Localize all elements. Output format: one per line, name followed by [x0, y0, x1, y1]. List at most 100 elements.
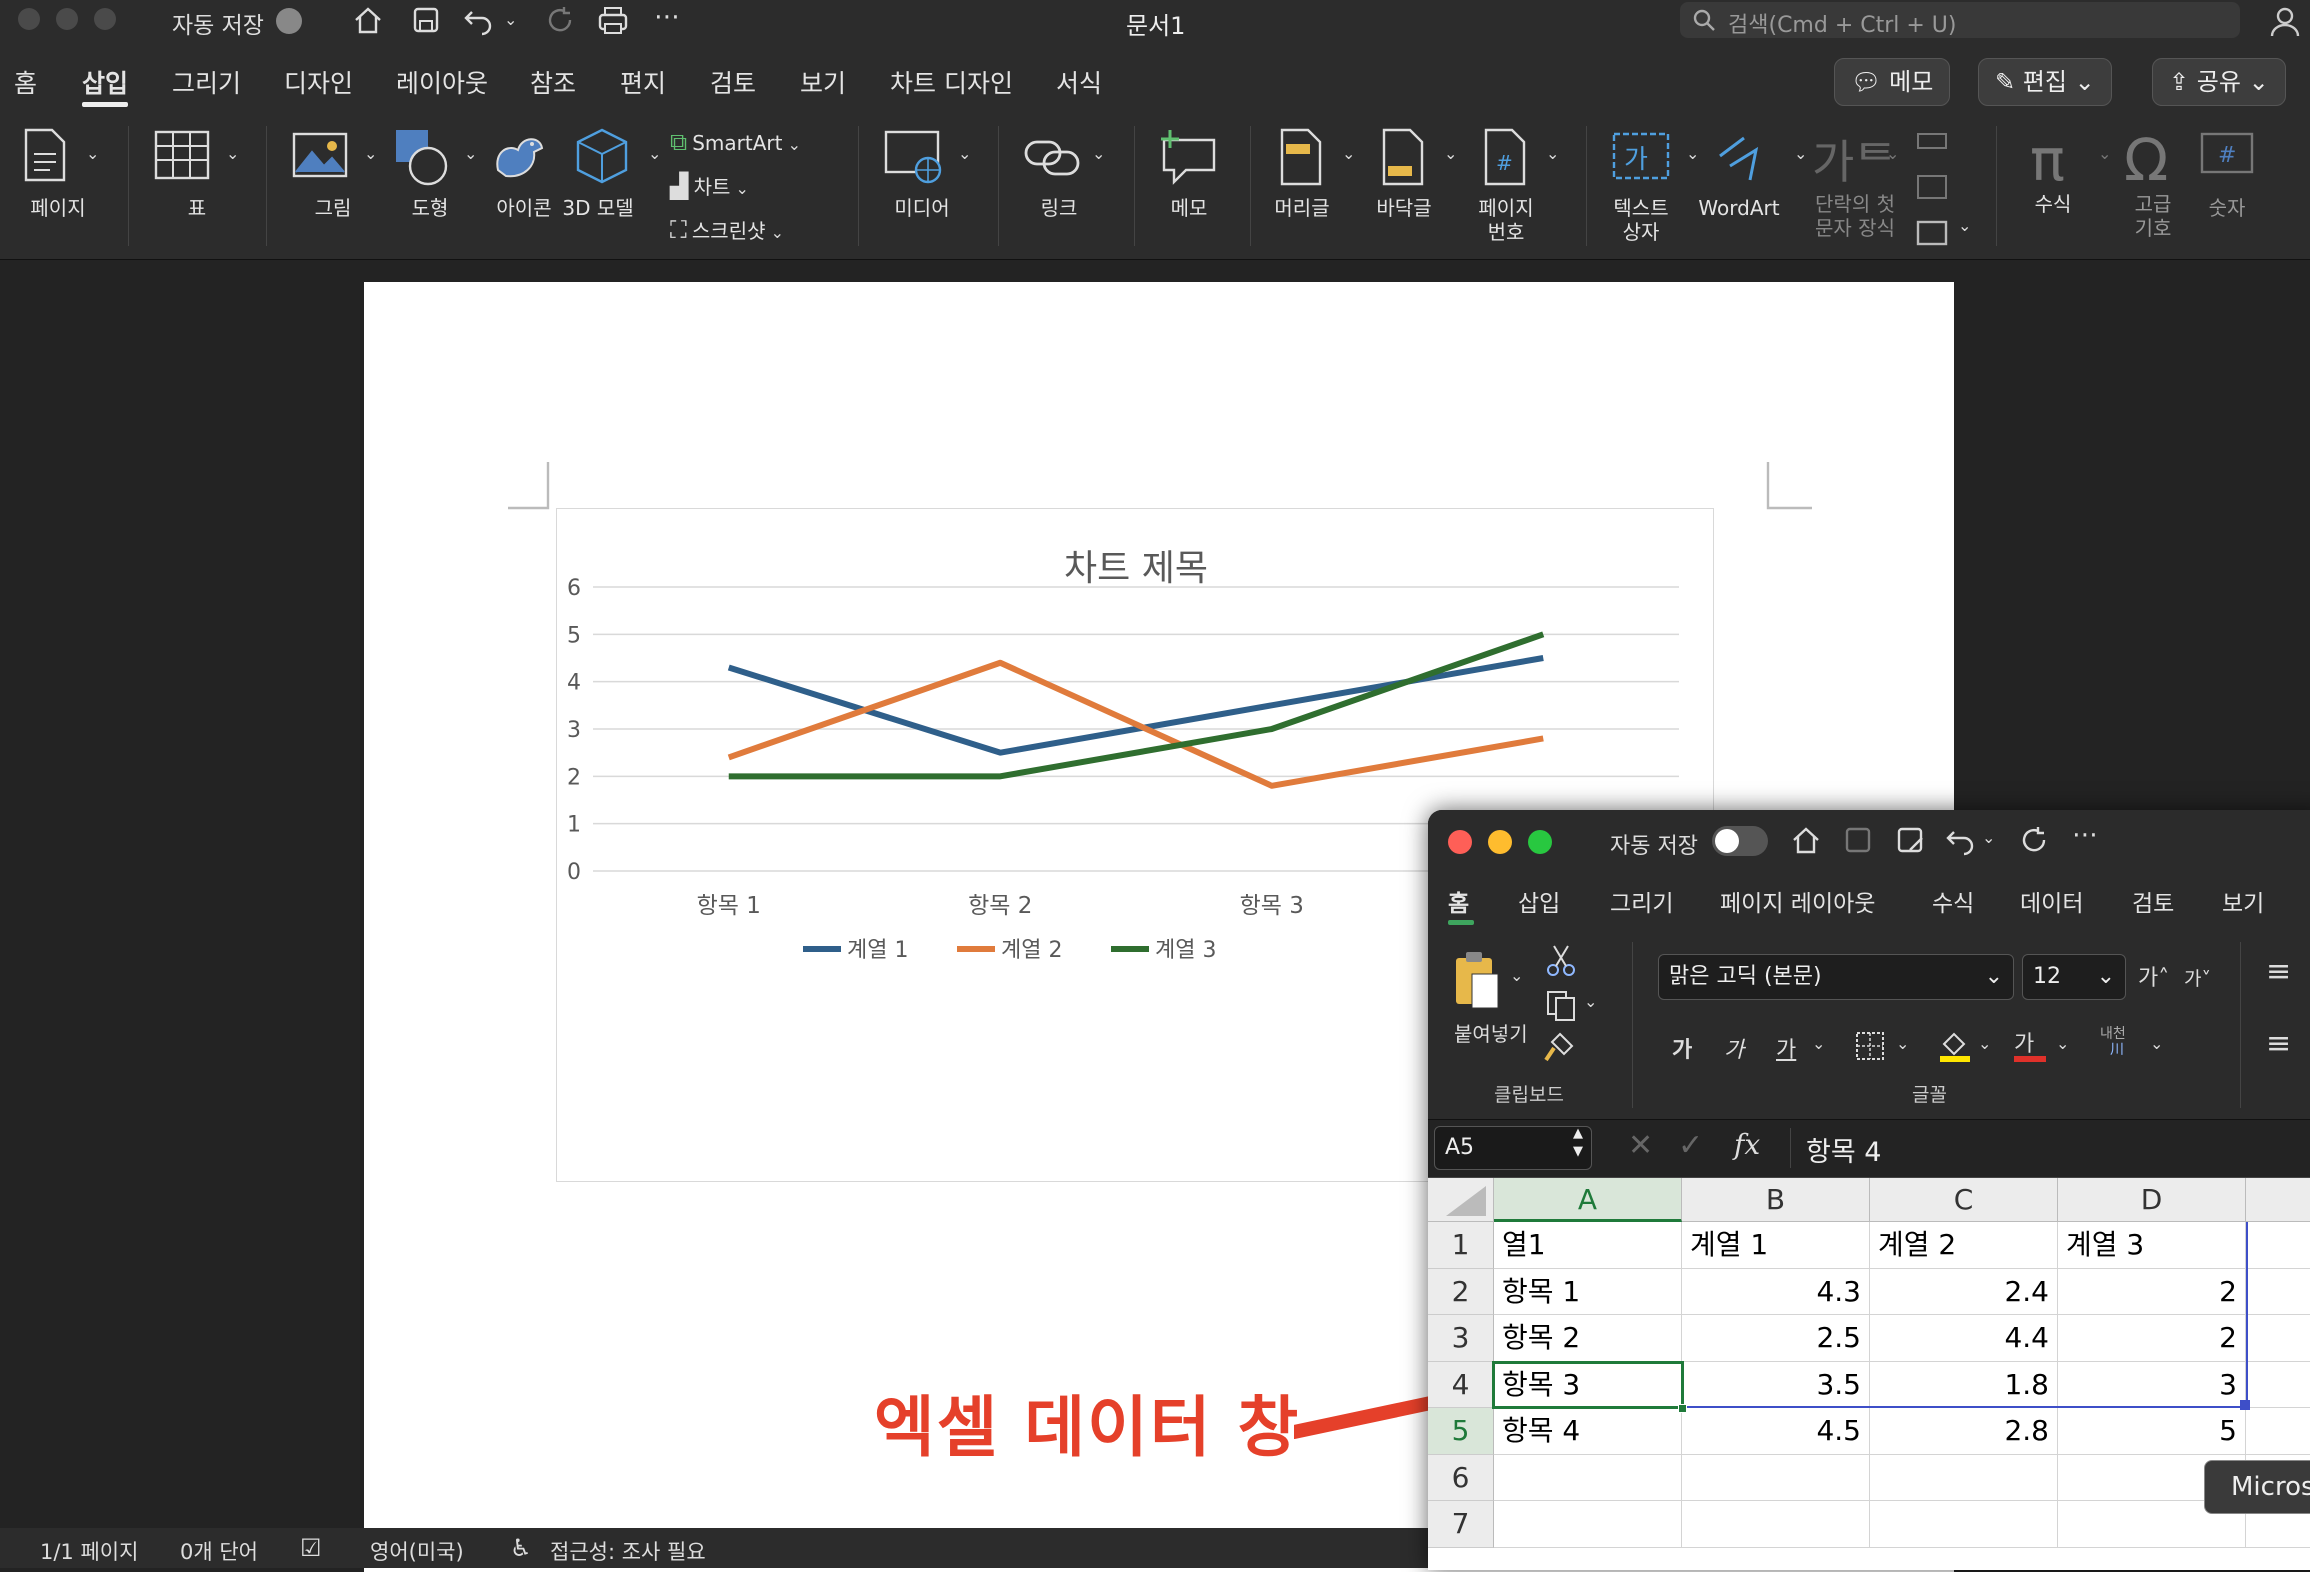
excel-tab-data[interactable]: 데이터	[2020, 884, 2083, 918]
save-as-icon[interactable]	[1894, 824, 1926, 856]
footer-button[interactable]: ⌄ 바닥글	[1376, 126, 1478, 220]
format-painter-icon[interactable]	[1544, 1030, 1578, 1064]
account-icon[interactable]	[2268, 4, 2302, 38]
chevron-down-icon[interactable]: ⌄	[2056, 1034, 2069, 1053]
decrease-font-size-icon[interactable]: 가˅	[2184, 964, 2211, 991]
cancel-formula-icon[interactable]: ✕	[1628, 1128, 1653, 1163]
page-number-button[interactable]: # ⌄ 페이지 번호	[1478, 126, 1580, 244]
save-icon[interactable]	[410, 4, 442, 36]
cell[interactable]	[2246, 1269, 2310, 1315]
cell[interactable]	[2246, 1222, 2310, 1269]
chevron-down-icon[interactable]: ⌄	[1958, 216, 1971, 235]
share-button[interactable]: ⇪ 공유 ⌄	[2152, 58, 2286, 106]
cell[interactable]: 계열 1	[1682, 1222, 1870, 1269]
textbox-button[interactable]: 가 ⌄ 텍스트 상자	[1608, 126, 1708, 244]
cell[interactable]	[1494, 1454, 1682, 1501]
tab-review[interactable]: 검토	[710, 64, 756, 100]
legend-label[interactable]: 계열 2	[1001, 938, 1062, 963]
legend-label[interactable]: 계열 1	[847, 938, 908, 963]
print-icon[interactable]	[596, 4, 630, 36]
excel-tab-view[interactable]: 보기	[2222, 884, 2264, 918]
tab-format[interactable]: 서식	[1056, 64, 1102, 100]
picture-button[interactable]: ⌄ 그림	[290, 126, 380, 220]
memo-button[interactable]: 💬︎ 메모	[1834, 58, 1951, 106]
cell[interactable]: 항목 2	[1494, 1315, 1682, 1362]
paste-label[interactable]: 붙여넣기	[1454, 1018, 1528, 1047]
status-language[interactable]: 영어(미국)	[370, 1536, 464, 1566]
excel-data-window[interactable]: 자동 저장 ⌄ ⋯ 홈 삽입 그리기 페이지 레이아웃 수식 데이터 검토 보기…	[1428, 810, 2310, 1570]
zoom-window-button[interactable]	[94, 8, 116, 30]
header-button[interactable]: ⌄ 머리글	[1274, 126, 1376, 220]
range-resize-handle[interactable]	[2240, 1400, 2250, 1410]
cell[interactable]	[1870, 1454, 2058, 1501]
redo-icon[interactable]	[544, 4, 576, 36]
cell[interactable]	[1682, 1454, 1870, 1501]
borders-icon[interactable]	[1854, 1030, 1886, 1062]
cell[interactable]: 2	[2058, 1315, 2246, 1362]
select-all-corner[interactable]	[1428, 1178, 1494, 1222]
excel-tab-home[interactable]: 홈	[1448, 884, 1469, 918]
status-page-count[interactable]: 1/1 페이지	[40, 1536, 138, 1566]
underline-icon[interactable]: 가	[1776, 1032, 1796, 1064]
search-box[interactable]: 검색(Cmd + Ctrl + U)	[1680, 2, 2240, 38]
status-accessibility[interactable]: 접근성: 조사 필요	[550, 1536, 706, 1566]
cell[interactable]: 5	[2058, 1408, 2246, 1455]
cell[interactable]: 열1	[1494, 1222, 1682, 1269]
tab-draw[interactable]: 그리기	[172, 64, 241, 100]
more-icon[interactable]: ⋯	[654, 2, 680, 32]
undo-dropdown-icon[interactable]: ⌄	[1982, 828, 1995, 847]
row-header-5[interactable]: 5	[1428, 1408, 1494, 1455]
align-top-icon[interactable]: ≡	[2266, 954, 2291, 989]
column-header-a[interactable]: A	[1494, 1178, 1682, 1222]
excel-minimize-button[interactable]	[1488, 830, 1512, 854]
status-word-count[interactable]: 0개 단어	[180, 1536, 258, 1566]
redo-icon[interactable]	[2018, 824, 2050, 856]
undo-dropdown-icon[interactable]: ⌄	[504, 10, 517, 29]
fill-handle[interactable]	[1678, 1404, 1687, 1413]
tab-insert[interactable]: 삽입	[82, 64, 128, 100]
column-header-e[interactable]	[2246, 1178, 2310, 1222]
chevron-down-icon[interactable]: ⌄	[1978, 1034, 1991, 1053]
row-header-4[interactable]: 4	[1428, 1361, 1494, 1408]
chevron-down-icon[interactable]: ⌄	[2150, 1034, 2163, 1053]
scissors-icon[interactable]	[1544, 944, 1578, 978]
tab-view[interactable]: 보기	[800, 64, 846, 100]
tab-mailings[interactable]: 편지	[620, 64, 666, 100]
cell[interactable]: 항목 4	[1494, 1408, 1682, 1455]
confirm-formula-icon[interactable]: ✓	[1678, 1128, 1703, 1163]
increase-font-size-icon[interactable]: 가˄	[2138, 960, 2169, 992]
excel-close-button[interactable]	[1448, 830, 1472, 854]
column-header-c[interactable]: C	[1870, 1178, 2058, 1222]
row-header-1[interactable]: 1	[1428, 1222, 1494, 1269]
italic-icon[interactable]: 가	[1724, 1032, 1744, 1064]
cell[interactable]: 2.5	[1682, 1315, 1870, 1362]
tab-references[interactable]: 참조	[530, 64, 576, 100]
formula-input[interactable]: 항목 4	[1806, 1130, 1881, 1169]
cell[interactable]	[1682, 1501, 1870, 1548]
chevron-down-icon[interactable]: ⌄	[1584, 992, 1597, 1011]
chevron-down-icon[interactable]: ⌄	[1510, 966, 1523, 985]
undo-icon[interactable]	[462, 4, 494, 36]
cell[interactable]: 계열 3	[2058, 1222, 2246, 1269]
excel-tab-formulas[interactable]: 수식	[1932, 884, 1974, 918]
autosave-toggle[interactable]	[276, 8, 302, 34]
undo-icon[interactable]	[1944, 824, 1976, 856]
save-icon[interactable]	[1842, 824, 1874, 856]
tab-home[interactable]: 홈	[14, 64, 37, 100]
legend-label[interactable]: 계열 3	[1155, 938, 1216, 963]
phonetic-guide-icon[interactable]: 내천 川	[2100, 1026, 2140, 1066]
cell[interactable]: 3.5	[1682, 1361, 1870, 1408]
excel-autosave-toggle[interactable]	[1712, 826, 1768, 856]
excel-zoom-button[interactable]	[1528, 830, 1552, 854]
advanced-symbol-button[interactable]: Ω 고급 기호	[2118, 126, 2198, 240]
cell[interactable]: 항목 1	[1494, 1268, 1682, 1315]
excel-tab-insert[interactable]: 삽입	[1518, 884, 1560, 918]
series-line-1[interactable]	[727, 655, 1544, 756]
table-button[interactable]: ⌄ 표	[152, 126, 252, 220]
excel-tab-page-layout[interactable]: 페이지 레이아웃	[1720, 884, 1875, 918]
tab-design[interactable]: 디자인	[284, 64, 353, 100]
clipboard-icon[interactable]	[1452, 948, 1502, 1012]
cell[interactable]	[2246, 1362, 2310, 1408]
minimize-window-button[interactable]	[56, 8, 78, 30]
drop-cap-button[interactable]: 가ᄐ ⌄ 단락의 첫 문자 장식	[1800, 126, 1910, 240]
